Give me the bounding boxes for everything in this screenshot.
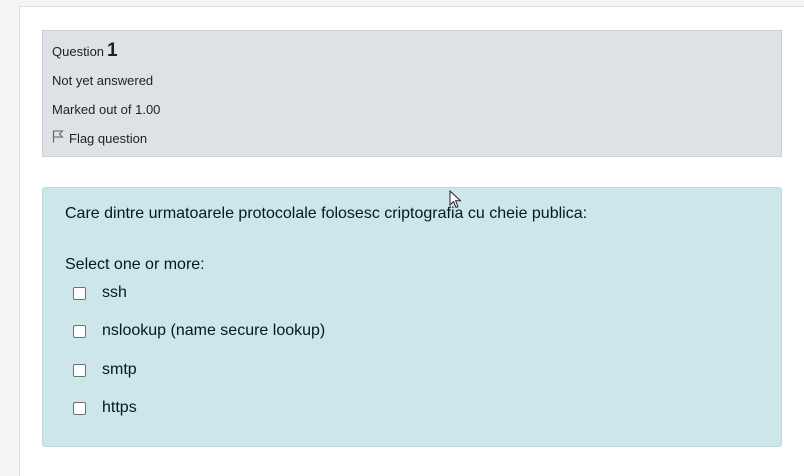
question-number: Question 1 [52, 40, 118, 62]
option-label: nslookup (name secure lookup) [102, 322, 326, 339]
answer-option-nslookup[interactable]: nslookup (name secure lookup) [73, 322, 325, 340]
option-checkbox[interactable] [73, 363, 86, 377]
answer-prompt: Select one or more: [65, 256, 205, 273]
option-checkbox[interactable] [73, 401, 86, 415]
answer-option-smtp[interactable]: smtp [73, 361, 137, 379]
flag-icon [52, 130, 69, 146]
flag-question-button[interactable]: Flag question [52, 130, 147, 146]
question-grade: Marked out of 1.00 [52, 102, 161, 117]
question-content: Care dintre urmatoarele protocolale folo… [42, 187, 782, 447]
option-label: ssh [102, 284, 127, 301]
question-state: Not yet answered [52, 73, 154, 88]
mouse-cursor-icon [449, 190, 462, 209]
option-checkbox[interactable] [73, 324, 86, 338]
question-text: Care dintre urmatoarele protocolale folo… [65, 205, 588, 222]
option-label: https [102, 399, 137, 416]
question-page: Question 1 Not yet answered Marked out of… [19, 6, 804, 476]
option-label: smtp [102, 361, 137, 378]
question-info-panel: Question 1 Not yet answered Marked out of… [42, 30, 782, 157]
flag-question-label: Flag question [69, 130, 148, 146]
question-number-value: 1 [107, 40, 118, 61]
option-checkbox[interactable] [73, 286, 86, 300]
question-label: Question [52, 44, 105, 59]
answer-option-ssh[interactable]: ssh [73, 284, 127, 302]
answer-option-https[interactable]: https [73, 399, 137, 417]
